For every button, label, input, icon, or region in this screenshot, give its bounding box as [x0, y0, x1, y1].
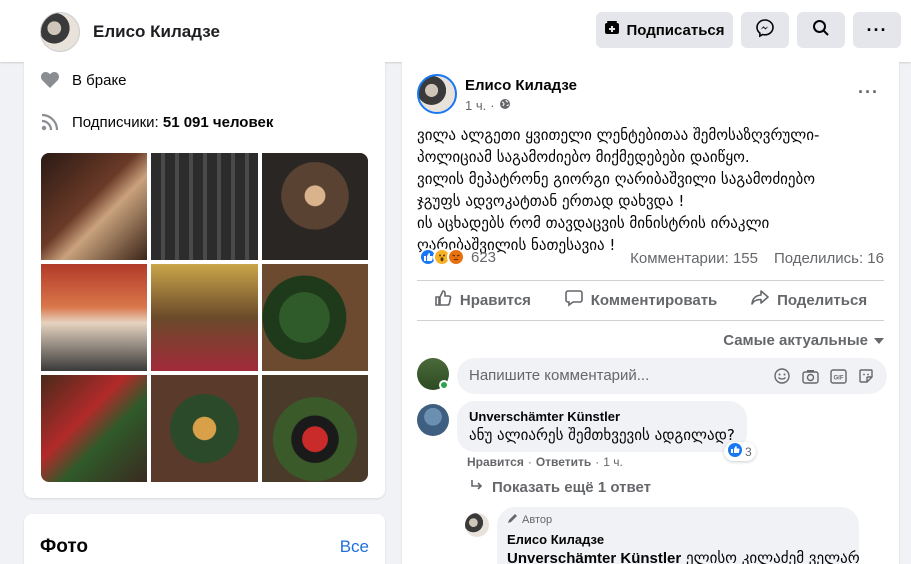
messenger-icon — [755, 18, 775, 43]
divider — [417, 320, 884, 321]
profile-name[interactable]: Елисо Киладзе — [93, 22, 220, 42]
svg-text:GIF: GIF — [833, 375, 843, 381]
photo-thumbnail[interactable] — [151, 153, 258, 260]
comment-bubble: Unverschämter Künstler ანუ ალიარეს შემთხ… — [457, 401, 747, 452]
photos-card: Фото Все — [24, 514, 385, 564]
post-meta: 1 ч. · — [465, 98, 511, 113]
post-text-line: ჯგუფს ადვოკატთან ერთად დახვდა ! — [417, 192, 685, 210]
post-actions: Нравится Комментировать Поделиться — [417, 284, 884, 316]
followers-text[interactable]: Подписчики: 51 091 человек — [72, 114, 273, 131]
photos-see-all-link[interactable]: Все — [340, 537, 369, 557]
post-card: Елисо Киладзе 1 ч. · ··· ვილა ალგეთი ყვი… — [402, 62, 899, 564]
globe-icon — [499, 98, 511, 113]
reply-bubble: Автор Елисо Киладзе Unverschämter Künstl… — [497, 507, 860, 564]
online-indicator — [439, 380, 449, 390]
comment-time[interactable]: 1 ч. — [603, 455, 623, 469]
reply-arrow-icon — [470, 479, 484, 496]
angry-reaction-icon — [447, 248, 465, 266]
comment-composer: Напишите комментарий... GIF — [417, 358, 887, 394]
post-text-line: პოლიციამ საგამოძიებო მიქმედებები დაიწყო. — [417, 148, 750, 166]
reply-text: Unverschämter Künstler ელისო კილაძემ ველ… — [507, 549, 860, 564]
post-author-name[interactable]: Елисо Киладзе — [465, 77, 577, 94]
heart-icon — [40, 70, 60, 90]
post-text-line: ვილა ალგეთი ყვითელი ლენტებითაა შემოსაზღვ… — [417, 126, 820, 144]
comment-text: ანუ ალიარეს შემთხვევის ადგილად? — [469, 426, 735, 444]
emoji-icon[interactable] — [773, 367, 791, 385]
gif-icon[interactable]: GIF — [829, 367, 847, 385]
comment-like-link[interactable]: Нравится — [467, 455, 524, 469]
reactions-summary[interactable]: 623 — [419, 248, 496, 266]
author-badge: Автор — [507, 513, 849, 527]
post-options-icon[interactable]: ··· — [858, 82, 879, 103]
page-header: Елисо Киладзе Подписаться ··· — [0, 0, 911, 62]
comment-likes-count: 3 — [745, 444, 752, 459]
profile-avatar[interactable] — [40, 12, 80, 52]
sort-label: Самые актуальные — [723, 332, 868, 349]
photo-thumbnail[interactable] — [261, 264, 368, 371]
messenger-button[interactable] — [741, 12, 789, 48]
share-label: Поделиться — [777, 291, 868, 309]
photo-thumbnail[interactable] — [41, 375, 148, 482]
comment-label: Комментировать — [590, 291, 718, 309]
photo-thumbnail[interactable] — [41, 264, 148, 371]
photo-thumbnail[interactable] — [261, 153, 368, 260]
comment-placeholder: Напишите комментарий... — [469, 367, 650, 384]
followers-row: Подписчики: 51 091 человек — [40, 112, 273, 132]
like-button[interactable]: Нравится — [434, 289, 531, 311]
comment-reply-link[interactable]: Ответить — [536, 455, 591, 469]
shares-count[interactable]: Поделились: 16 — [774, 250, 884, 267]
comment-button[interactable]: Комментировать — [564, 289, 718, 311]
camera-icon[interactable] — [801, 367, 819, 385]
show-more-replies-label: Показать ещё 1 ответ — [492, 479, 651, 496]
comment-input[interactable]: Напишите комментарий... GIF — [457, 358, 887, 394]
composer-tools: GIF — [773, 367, 875, 385]
search-icon — [812, 19, 830, 42]
comment-sort-dropdown[interactable]: Самые актуальные — [723, 332, 884, 349]
post-author-avatar[interactable] — [417, 74, 457, 114]
post-stats: Комментарии: 155 Поделились: 16 — [630, 250, 884, 267]
comment-likes-badge[interactable]: 3 — [724, 442, 756, 461]
commenter-avatar[interactable] — [417, 404, 449, 436]
reply-author[interactable]: Елисо Киладзе — [507, 532, 849, 547]
photo-grid — [41, 153, 368, 482]
thumbs-up-icon — [434, 289, 452, 311]
more-button[interactable]: ··· — [853, 12, 901, 48]
more-icon: ··· — [866, 19, 888, 40]
rss-icon — [40, 112, 60, 132]
intro-card: В браке Подписчики: 51 091 человек — [24, 62, 385, 498]
like-reaction-icon — [728, 443, 742, 460]
caret-down-icon — [874, 332, 884, 349]
photo-thumbnail[interactable] — [261, 375, 368, 482]
post-text: ვილა ალგეთი ყვითელი ლენტებითაა შემოსაზღვ… — [417, 124, 887, 256]
sticker-icon[interactable] — [857, 367, 875, 385]
share-icon — [751, 289, 769, 311]
pencil-icon — [507, 513, 518, 527]
subscribe-icon — [604, 20, 620, 40]
photo-thumbnail[interactable] — [151, 264, 258, 371]
subscribe-label: Подписаться — [626, 21, 725, 39]
reactions-count: 623 — [471, 248, 497, 266]
like-label: Нравится — [459, 291, 531, 309]
subscribe-button[interactable]: Подписаться — [596, 12, 733, 48]
reply-author-avatar[interactable] — [465, 513, 489, 537]
reply-mention[interactable]: Unverschämter Künstler — [507, 550, 681, 564]
comment-actions: Нравится · Ответить · 1 ч. — [467, 455, 623, 469]
relationship-row: В браке — [40, 70, 127, 90]
comment-icon — [564, 289, 583, 311]
photo-thumbnail[interactable] — [41, 153, 148, 260]
comments-count[interactable]: Комментарии: 155 — [630, 250, 758, 267]
followers-count: 51 091 человек — [162, 113, 274, 131]
search-button[interactable] — [797, 12, 845, 48]
post-text-line: ის აცხადებს რომ თავდაცვის მინისტრის ირაკ… — [417, 214, 770, 232]
divider — [417, 280, 884, 281]
photos-title: Фото — [40, 536, 89, 557]
post-time[interactable]: 1 ч. — [465, 98, 486, 113]
photo-thumbnail[interactable] — [151, 375, 258, 482]
relationship-status: В браке — [72, 71, 127, 89]
share-button[interactable]: Поделиться — [751, 289, 867, 311]
author-badge-label: Автор — [522, 514, 553, 526]
comment-author[interactable]: Unverschämter Künstler — [469, 409, 735, 424]
show-more-replies-link[interactable]: Показать ещё 1 ответ — [470, 479, 651, 496]
post-text-line: ვილის მეპატრონე გიორგი ღარიბაშვილი საგამ… — [417, 170, 816, 188]
